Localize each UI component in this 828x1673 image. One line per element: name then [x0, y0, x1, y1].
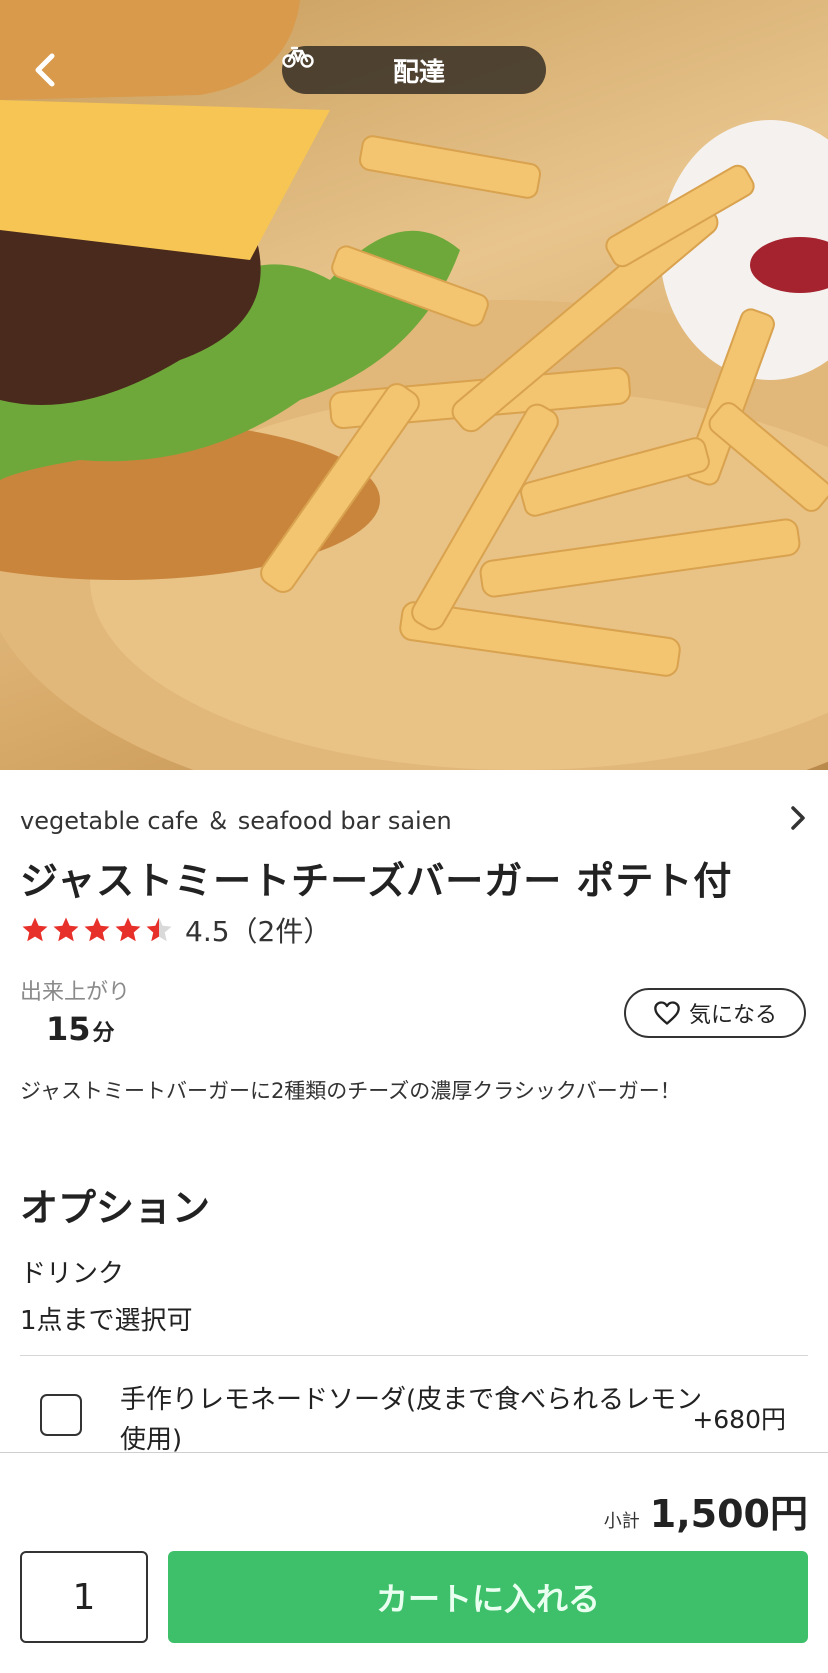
option-checkbox[interactable] [40, 1394, 82, 1436]
ready-time: 15分 [46, 1010, 115, 1048]
option-item[interactable]: 手作りレモネードソーダ(皮まで食べられるレモン使用) +680円 [20, 1370, 808, 1455]
option-label: 手作りレモネードソーダ(皮まで食べられるレモン使用) [120, 1385, 703, 1455]
ready-unit: 分 [92, 1021, 115, 1046]
divider [20, 1355, 808, 1356]
star-full-icon [84, 917, 110, 942]
item-description: ジャストミートバーガーに2種類のチーズの濃厚クラシックバーガー！ [20, 1079, 681, 1103]
subtotal-amount: 1,500円 [649, 1492, 808, 1536]
shop-name: vegetable cafe ＆ seafood bar saien [20, 806, 452, 835]
subtotal-label: 小計 [603, 1511, 640, 1532]
star-rating [20, 915, 175, 945]
option-group-name: ドリンク [20, 1259, 125, 1289]
favorite-button[interactable]: 気になる [624, 988, 806, 1038]
hero-food-image: 配達 [0, 0, 828, 770]
star-full-icon [22, 917, 48, 942]
subtotal: 小計 1,500円 [604, 1483, 808, 1538]
options-heading: オプション [20, 1186, 211, 1230]
favorite-label: 気になる [688, 1003, 777, 1028]
option-group-limit: 1点まで選択可 [20, 1306, 193, 1336]
delivery-mode-pill[interactable]: 配達 [282, 46, 546, 94]
back-button[interactable] [24, 44, 64, 96]
rating: 4.5（2件） [20, 910, 331, 950]
heart-icon [654, 1001, 680, 1025]
shop-link[interactable]: vegetable cafe ＆ seafood bar saien [20, 800, 808, 836]
star-half-icon [146, 917, 172, 942]
ready-time-label: 出来上がり [20, 980, 131, 1005]
rating-text: 4.5（2件） [185, 915, 332, 948]
option-price: +680円 [692, 1405, 786, 1434]
chevron-left-icon [35, 53, 55, 87]
chevron-right-icon [791, 806, 805, 830]
delivery-mode-label: 配達 [392, 57, 445, 88]
bottom-bar: 小計 1,500円 1 カートに入れる [0, 1452, 828, 1673]
star-full-icon [53, 917, 79, 942]
quantity-selector[interactable]: 1 [20, 1551, 148, 1643]
star-full-icon [115, 917, 141, 942]
ready-minutes: 15 [46, 1010, 91, 1048]
burger-fries-illustration [0, 0, 828, 770]
item-title: ジャストミートチーズバーガー ポテト付 [20, 859, 733, 903]
add-to-cart-button[interactable]: カートに入れる [168, 1551, 808, 1643]
